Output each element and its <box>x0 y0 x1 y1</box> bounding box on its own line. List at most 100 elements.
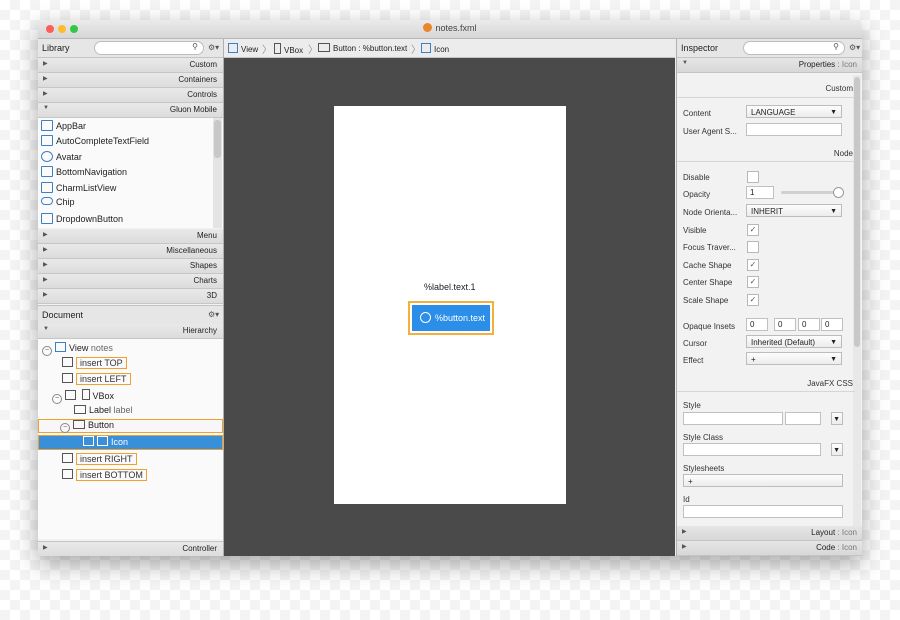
disclosure-right-icon: ▶ <box>43 91 48 97</box>
cursor-select[interactable]: Inherited (Default) ▼ <box>746 335 842 348</box>
section-label: 3D <box>206 291 217 300</box>
library-section-3d[interactable]: ▶ 3D <box>38 289 223 304</box>
collapse-icon[interactable]: − <box>42 346 52 356</box>
inspector-search-input[interactable]: ⚲ <box>743 41 845 55</box>
group-custom: Custom <box>825 84 853 93</box>
section-label: Gluon Mobile <box>169 105 217 114</box>
library-item-avatar[interactable]: Avatar <box>41 151 82 166</box>
app-window: notes.fxml Library ⚲ ⚙▾ ▶ Custom ▶ Contain… <box>38 20 862 556</box>
canvas-button[interactable]: %button.text <box>412 305 490 331</box>
breadcrumb-view[interactable]: View <box>228 43 258 54</box>
disclosure-right-icon: ▶ <box>43 247 48 253</box>
tree-node-button[interactable]: − Button <box>38 419 223 433</box>
disable-checkbox[interactable] <box>747 171 759 183</box>
inspector-gear-icon[interactable]: ⚙▾ <box>849 43 860 52</box>
tree-node-insert-bottom[interactable]: insert BOTTOM <box>62 469 147 484</box>
style-menu-button[interactable]: ▼ <box>831 412 843 425</box>
inset-right-field[interactable]: 0 <box>774 318 796 331</box>
library-item-chip[interactable]: Chip <box>41 197 75 212</box>
cache-shape-checkbox[interactable]: ✓ <box>747 259 759 271</box>
globe-icon[interactable] <box>420 312 431 323</box>
inspector-scrollbar[interactable] <box>853 75 861 540</box>
id-field[interactable] <box>683 505 843 518</box>
layout-section[interactable]: ▶ Layout : Icon <box>677 526 862 541</box>
document-gear-icon[interactable]: ⚙▾ <box>208 310 219 319</box>
inset-left-field[interactable]: 0 <box>821 318 843 331</box>
opacity-slider-thumb[interactable] <box>833 187 844 198</box>
node-label: VBox <box>92 391 115 401</box>
tree-node-icon-selected[interactable]: Icon <box>38 435 223 450</box>
opacity-slider-track[interactable] <box>781 191 839 194</box>
section-label: Shapes <box>189 261 217 270</box>
style-value-field[interactable] <box>785 412 821 425</box>
canvas-button-selection[interactable]: %button.text <box>408 301 494 335</box>
disclosure-right-icon: ▶ <box>43 61 48 67</box>
scroll-thumb[interactable] <box>214 120 221 158</box>
collapse-icon[interactable]: − <box>52 394 62 404</box>
tree-node-view[interactable]: − View notes <box>42 342 113 357</box>
canvas-label[interactable]: %label.text.1 <box>424 282 476 292</box>
breadcrumb-button[interactable]: Button : %button.text <box>318 43 407 53</box>
library-section-shapes[interactable]: ▶ Shapes <box>38 259 223 274</box>
inset-bottom-field[interactable]: 0 <box>798 318 820 331</box>
gluon-item-list: AppBar AutoCompleteTextField Avatar Bott… <box>38 118 223 228</box>
style-class-menu-button[interactable]: ▼ <box>831 443 843 456</box>
layout-title: Layout <box>811 528 836 537</box>
library-scrollbar[interactable] <box>213 118 222 228</box>
library-item-dropdownbutton[interactable]: DropdownButton <box>41 213 123 228</box>
node-label: insert TOP <box>76 357 127 369</box>
library-item-autocomplete[interactable]: AutoCompleteTextField <box>41 135 149 150</box>
inspector-panel: Inspector ⚲ ⚙▾ ▼ Properties : Icon Custom… <box>676 39 862 556</box>
stylesheets-add-button[interactable]: + <box>683 474 843 487</box>
library-section-controls[interactable]: ▶ Controls <box>38 88 223 103</box>
tree-node-insert-right[interactable]: insert RIGHT <box>62 453 137 468</box>
breadcrumb-icon[interactable]: Icon <box>421 43 449 54</box>
group-javafx-css: JavaFX CSS <box>807 379 853 388</box>
library-item-charmlistview[interactable]: CharmListView <box>41 182 116 197</box>
inset-top-field[interactable]: 0 <box>746 318 768 331</box>
item-label: AutoCompleteTextField <box>56 136 150 146</box>
node-id: notes <box>90 343 113 353</box>
style-class-field[interactable] <box>683 443 821 456</box>
inset-value: 0 <box>750 320 755 329</box>
properties-section[interactable]: ▼ Properties : Icon <box>677 58 862 73</box>
library-gear-icon[interactable]: ⚙▾ <box>208 43 219 52</box>
controller-section[interactable]: ▶ Controller <box>38 541 223 556</box>
user-agent-field[interactable] <box>746 123 842 136</box>
library-section-charts[interactable]: ▶ Charts <box>38 274 223 289</box>
view-icon <box>55 342 66 352</box>
library-section-menu[interactable]: ▶ Menu <box>38 229 223 244</box>
style-field[interactable] <box>683 412 783 425</box>
effect-select[interactable]: + ▼ <box>746 352 842 365</box>
library-item-appbar[interactable]: AppBar <box>41 120 86 135</box>
library-section-misc[interactable]: ▶ Miscellaneous <box>38 244 223 259</box>
collapse-icon[interactable]: − <box>60 423 70 433</box>
library-section-gluon-mobile[interactable]: ▼ Gluon Mobile <box>38 103 223 118</box>
scale-shape-checkbox[interactable]: ✓ <box>747 294 759 306</box>
tree-node-label[interactable]: Label label <box>74 405 133 420</box>
item-label: AppBar <box>56 121 87 131</box>
center-shape-checkbox[interactable]: ✓ <box>747 276 759 288</box>
tree-node-insert-top[interactable]: insert TOP <box>62 357 127 372</box>
chip-icon <box>41 197 53 205</box>
prop-cursor-label: Cursor <box>683 339 708 348</box>
scroll-thumb[interactable] <box>854 77 860 347</box>
hierarchy-section[interactable]: ▼ Hierarchy <box>38 324 223 339</box>
node-orientation-select[interactable]: INHERIT ▼ <box>746 204 842 217</box>
library-item-bottomnavigation[interactable]: BottomNavigation <box>41 166 127 181</box>
tree-node-vbox[interactable]: − VBox <box>52 389 114 404</box>
breadcrumb: View 〉 VBox 〉 Button : %button.text 〉 Ic… <box>224 39 675 58</box>
library-section-containers[interactable]: ▶ Containers <box>38 73 223 88</box>
library-section-custom[interactable]: ▶ Custom <box>38 58 223 73</box>
opacity-field[interactable]: 1 <box>746 186 774 199</box>
focus-traversable-checkbox[interactable] <box>747 241 759 253</box>
code-section[interactable]: ▶ Code : Icon <box>677 541 862 556</box>
breadcrumb-vbox[interactable]: VBox <box>274 43 303 55</box>
tree-node-insert-left[interactable]: insert LEFT <box>62 373 131 388</box>
disclosure-right-icon: ▶ <box>43 76 48 82</box>
content-select[interactable]: LANGUAGE ▼ <box>746 105 842 118</box>
vbox-icon <box>65 390 76 400</box>
visible-checkbox[interactable]: ✓ <box>747 224 759 236</box>
design-canvas[interactable]: %label.text.1 %button.text <box>334 106 566 504</box>
library-search-input[interactable]: ⚲ <box>94 41 204 55</box>
